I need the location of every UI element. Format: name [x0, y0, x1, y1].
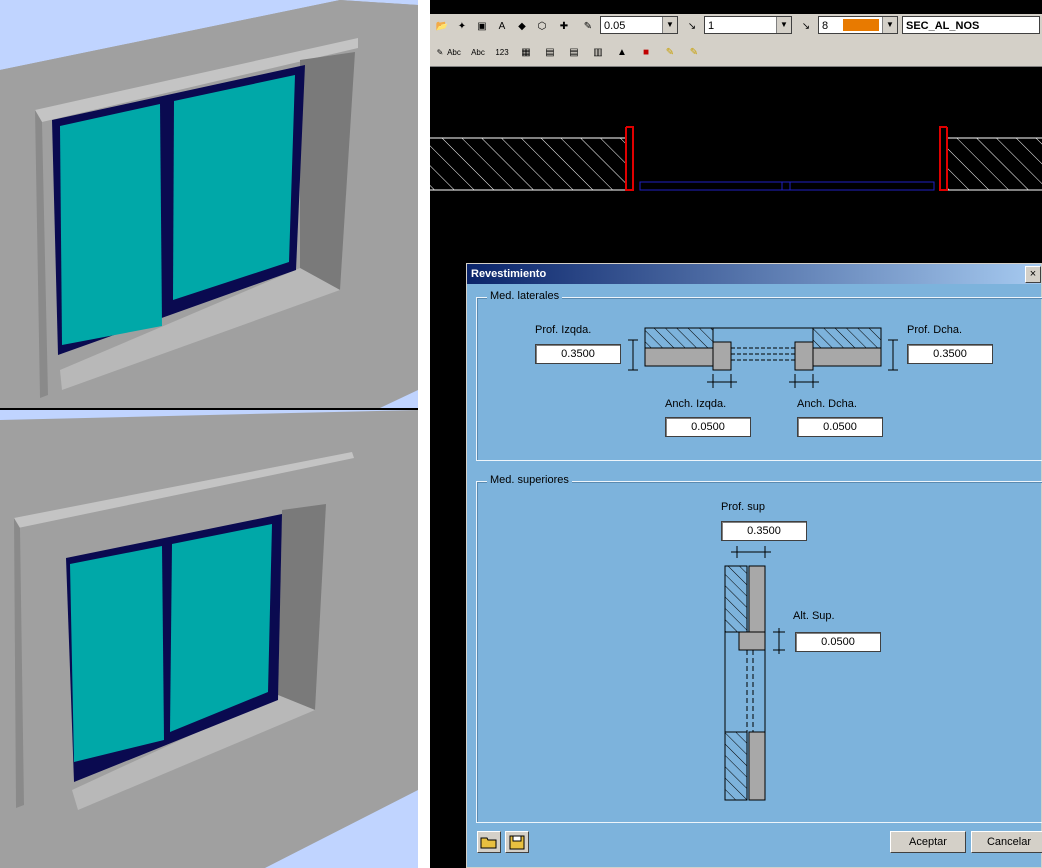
- save-icon[interactable]: ▣: [472, 16, 492, 36]
- grid-icon[interactable]: ▦: [516, 42, 536, 62]
- folder-open-icon: [480, 837, 497, 849]
- lateral-section-diagram: [625, 322, 905, 397]
- cube-icon[interactable]: ⬡: [532, 16, 552, 36]
- open-preset-button[interactable]: [477, 831, 501, 853]
- window-render-bottom: [0, 410, 418, 868]
- table-icon[interactable]: ▤: [540, 42, 560, 62]
- color-select[interactable]: 8 ▼: [818, 16, 898, 34]
- pin-icon[interactable]: ✦: [452, 16, 472, 36]
- chevron-down-icon[interactable]: ▼: [882, 17, 897, 33]
- cad-viewport[interactable]: [430, 67, 1042, 263]
- prof-sup-field[interactable]: 0.3500: [721, 521, 807, 541]
- line-width-select[interactable]: 0.05 ▼: [600, 16, 678, 34]
- prof-izq-label: Prof. Izqda.: [535, 324, 592, 336]
- line-type-icon[interactable]: ↘: [682, 16, 702, 36]
- window-render-top: [0, 0, 418, 408]
- pencil-icon[interactable]: ✎: [578, 16, 598, 36]
- image-divider: [418, 0, 430, 868]
- prof-sup-label: Prof. sup: [721, 501, 766, 513]
- line-style-select[interactable]: 1 ▼: [704, 16, 792, 34]
- objects-icon[interactable]: ▲: [612, 42, 632, 62]
- pencil-yellow-icon[interactable]: ✎: [660, 42, 680, 62]
- chevron-down-icon[interactable]: ▼: [776, 17, 791, 33]
- lateral-group-label: Med. laterales: [487, 290, 563, 302]
- anch-der-label: Anch. Dcha.: [797, 398, 857, 410]
- layer-select[interactable]: SEC_AL_NOS: [902, 16, 1040, 34]
- anch-izq-label: Anch. Izqda.: [665, 398, 727, 410]
- text-size-icon[interactable]: A: [492, 16, 512, 36]
- color-swatch: [843, 19, 879, 31]
- dialog-title: Revestimiento: [467, 264, 1041, 284]
- save-preset-button[interactable]: [505, 831, 529, 853]
- cancel-button[interactable]: Cancelar: [971, 831, 1042, 853]
- dimension-number-button[interactable]: 123: [492, 42, 512, 62]
- color-tool-icon[interactable]: ↘: [796, 16, 816, 36]
- anch-izq-field[interactable]: 0.0500: [665, 417, 751, 437]
- superior-group-label: Med. superiores: [487, 474, 572, 486]
- text-abc-edit-button[interactable]: Abc: [468, 42, 488, 62]
- open-file-icon[interactable]: 📂: [432, 16, 452, 36]
- anch-der-field[interactable]: 0.0500: [797, 417, 883, 437]
- accept-button[interactable]: Aceptar: [890, 831, 966, 853]
- walk-icon[interactable]: ✚: [554, 16, 574, 36]
- prof-der-label: Prof. Dcha.: [907, 324, 963, 336]
- calculator-icon[interactable]: ▥: [588, 42, 608, 62]
- superior-section-diagram: [717, 544, 793, 809]
- arrow-tool-icon[interactable]: ◆: [512, 16, 532, 36]
- chevron-down-icon[interactable]: ▼: [662, 17, 677, 33]
- alt-sup-label: Alt. Sup.: [793, 610, 835, 622]
- alt-sup-field[interactable]: 0.0500: [795, 632, 881, 652]
- cad-toolbar-bottom: ✎ Abc Abc 123 ▦ ▤ ▤ ▥ ▲ ■ ✎ ✎: [430, 38, 1042, 67]
- document-icon[interactable]: ▤: [564, 42, 584, 62]
- prof-izq-field[interactable]: 0.3500: [535, 344, 621, 364]
- close-button[interactable]: ×: [1025, 266, 1041, 283]
- prof-der-field[interactable]: 0.3500: [907, 344, 993, 364]
- cad-toolbar-top: 📂 ✦ ▣ A ◆ ⬡ ✚ ✎ 0.05 ▼ ↘ 1 ▼ ↘ 8 ▼ SEC_AL_N…: [430, 14, 1042, 39]
- text-abc-button[interactable]: Abc: [444, 42, 464, 62]
- revestimiento-dialog: Revestimiento × Med. laterales Prof. Izq…: [466, 263, 1042, 868]
- box-red-icon[interactable]: ■: [636, 42, 656, 62]
- save-icon: [509, 835, 525, 850]
- pencil-yellow-2-icon[interactable]: ✎: [684, 42, 704, 62]
